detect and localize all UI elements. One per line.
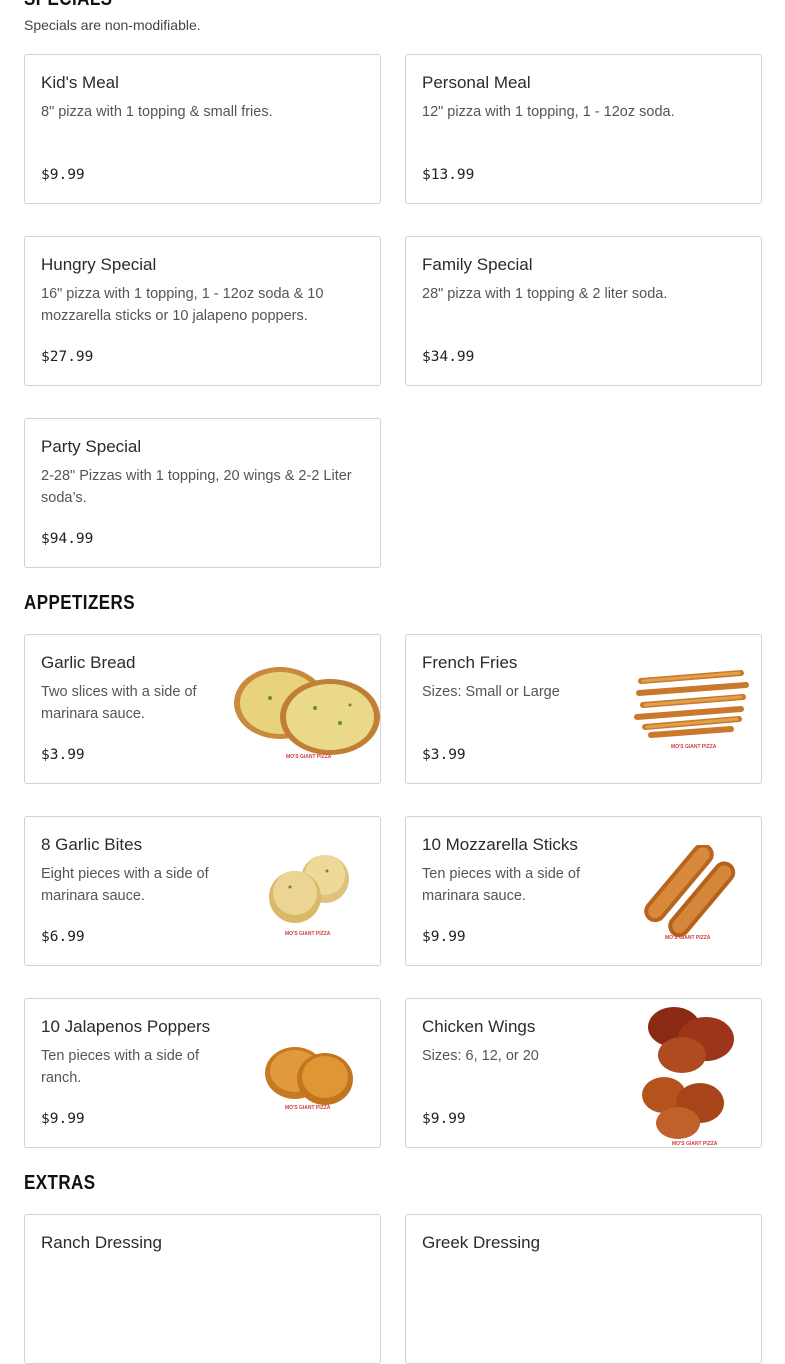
item-price: $27.99 [41,349,94,365]
item-description: Ten pieces with a side of marinara sauce… [422,866,580,904]
item-name: Greek Dressing [422,1233,541,1252]
item-name: 10 Jalapenos Poppers [41,1017,211,1036]
item-description: 8" pizza with 1 topping & small fries. [41,104,273,120]
item-description: Sizes: 6, 12, or 20 [422,1048,539,1064]
item-name: French Fries [422,653,518,672]
menu-item-family-special[interactable]: Family Special 28" pizza with 1 topping … [405,236,762,386]
item-name: Party Special [41,437,142,456]
section-title-specials: SPECIALS [24,0,112,11]
menu-item-mozzarella-sticks[interactable]: 10 Mozzarella Sticks Ten pieces with a s… [405,816,762,966]
item-price: $34.99 [422,349,475,365]
watermark: MO'S GIANT PIZZA [671,744,717,750]
item-price: $9.99 [41,1111,85,1127]
menu-item-greek-dressing[interactable]: Greek Dressing [405,1214,762,1364]
garlic-bread-image: MO'S GIANT PIZZA [234,667,380,760]
item-name: Garlic Bread [41,653,136,672]
watermark: MO'S GIANT PIZZA [665,935,711,941]
item-name: Personal Meal [422,73,531,92]
jalapeno-poppers-image: MO'S GIANT PIZZA [265,1047,353,1111]
watermark: MO'S GIANT PIZZA [285,931,331,937]
item-description: 2-28" Pizzas with 1 topping, 20 wings & … [41,468,352,506]
watermark: MO'S GIANT PIZZA [286,754,332,760]
menu-item-kids-meal[interactable]: Kid's Meal 8" pizza with 1 topping & sma… [24,54,381,204]
menu-item-ranch-dressing[interactable]: Ranch Dressing [24,1214,381,1364]
item-price: $94.99 [41,531,94,547]
specials-note: Specials are non-modifiable. [24,17,201,33]
item-description: 28" pizza with 1 topping & 2 liter soda. [422,286,668,302]
item-description: 12" pizza with 1 topping, 1 - 12oz soda. [422,104,675,120]
watermark: MO'S GIANT PIZZA [672,1141,718,1147]
watermark: MO'S GIANT PIZZA [285,1105,331,1111]
mozzarella-sticks-image: MO'S GIANT PIZZA [644,845,736,941]
french-fries-image: MO'S GIANT PIZZA [634,670,749,750]
menu-item-garlic-bread[interactable]: Garlic Bread Two slices with a side of m… [24,634,381,784]
item-price: $3.99 [41,747,85,763]
item-name: 8 Garlic Bites [41,835,143,854]
item-price: $6.99 [41,929,85,945]
item-description: Two slices with a side of marinara sauce… [41,684,197,722]
menu-item-garlic-bites[interactable]: 8 Garlic Bites Eight pieces with a side … [24,816,381,966]
item-name: Hungry Special [41,255,157,274]
section-title-appetizers: APPETIZERS [24,592,135,614]
item-price: $3.99 [422,747,466,763]
item-price: $13.99 [422,167,475,183]
menu-item-french-fries[interactable]: French Fries Sizes: Small or Large $3.99… [405,634,762,784]
menu-item-hungry-special[interactable]: Hungry Special 16" pizza with 1 topping,… [24,236,381,386]
item-name: Chicken Wings [422,1017,536,1036]
item-price: $9.99 [41,167,85,183]
garlic-bites-image: MO'S GIANT PIZZA [269,855,349,937]
menu-item-chicken-wings[interactable]: Chicken Wings Sizes: 6, 12, or 20 $9.99 … [405,998,762,1148]
section-title-extras: EXTRAS [24,1172,96,1194]
item-name: 10 Mozzarella Sticks [422,835,578,854]
item-description: 16" pizza with 1 topping, 1 - 12oz soda … [41,286,324,324]
menu-item-personal-meal[interactable]: Personal Meal 12" pizza with 1 topping, … [405,54,762,204]
menu-item-party-special[interactable]: Party Special 2-28" Pizzas with 1 toppin… [24,418,381,568]
item-description: Sizes: Small or Large [422,684,560,700]
item-name: Kid's Meal [41,73,119,92]
item-price: $9.99 [422,929,466,945]
item-price: $9.99 [422,1111,466,1127]
item-name: Family Special [422,255,533,274]
item-name: Ranch Dressing [41,1233,162,1252]
item-description: Eight pieces with a side of marinara sau… [41,866,209,904]
item-description: Ten pieces with a side of ranch. [41,1048,199,1086]
chicken-wings-image: MO'S GIANT PIZZA [642,1007,734,1147]
menu-item-jalapeno-poppers[interactable]: 10 Jalapenos Poppers Ten pieces with a s… [24,998,381,1148]
